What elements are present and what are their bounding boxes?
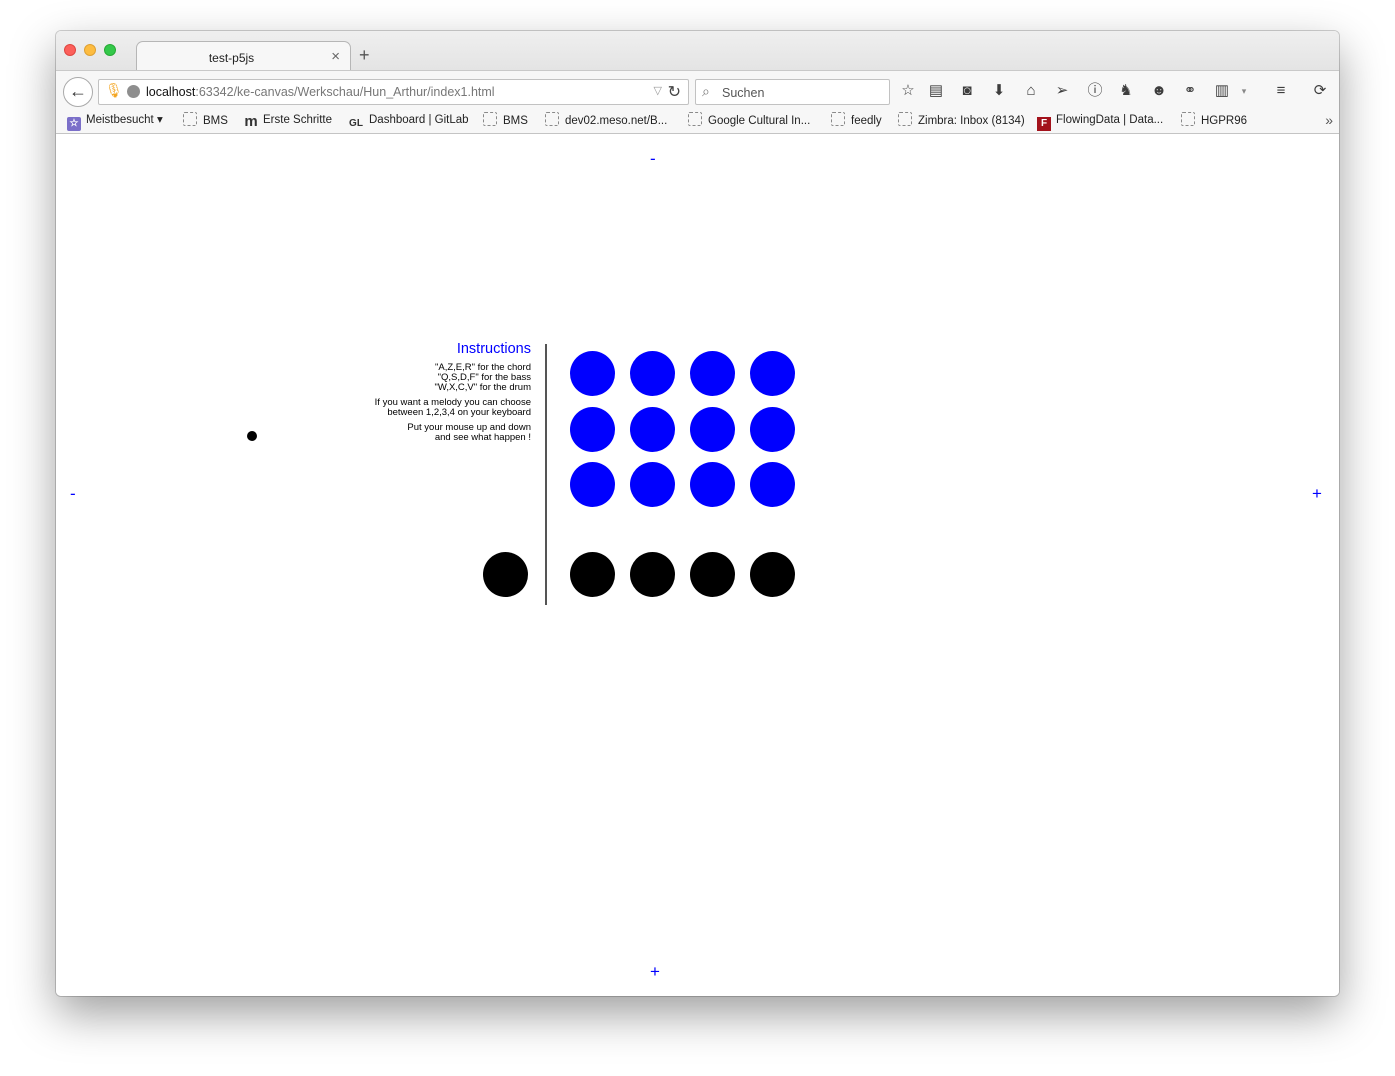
gitlab-icon: GL bbox=[349, 118, 363, 129]
chord-pad-2[interactable] bbox=[630, 351, 675, 396]
url-dropdown-icon[interactable]: ▽ bbox=[654, 84, 662, 97]
reload-icon[interactable]: ↻ bbox=[668, 82, 681, 102]
bookmark-item-hgpr96[interactable]: HGPR96 bbox=[1181, 112, 1247, 130]
chord-pad-3[interactable] bbox=[690, 351, 735, 396]
drum-pad-2[interactable] bbox=[630, 462, 675, 507]
bass-pad-4[interactable] bbox=[750, 407, 795, 452]
instructions-title: Instructions bbox=[456, 341, 531, 357]
bookmark-item-bms[interactable]: BMS bbox=[183, 112, 228, 130]
close-window-button[interactable] bbox=[64, 44, 76, 56]
bass-pad-1[interactable] bbox=[570, 407, 615, 452]
tab-title: test-p5js bbox=[208, 51, 255, 65]
bookmark-item-gitlab[interactable]: GL Dashboard | GitLab bbox=[348, 112, 468, 131]
bookmark-item-erste-schritte[interactable]: m Erste Schritte bbox=[244, 112, 332, 129]
send-icon[interactable]: ➢ bbox=[1052, 81, 1072, 101]
instruction-drum: "W,X,C,V" for the drum bbox=[434, 382, 532, 393]
page-canvas[interactable]: - + - + Instructions "A,Z,E,R" for the c… bbox=[56, 134, 1339, 996]
left-minus-control[interactable]: - bbox=[70, 485, 76, 502]
chord-pad-4[interactable] bbox=[750, 351, 795, 396]
navigation-bar: ← 🎙 localhost:63342/ke-canvas/Werkschau/… bbox=[56, 70, 1339, 110]
bookmarks-bar: ☆ Meistbesucht ▾ BMS m Erste Schritte GL Da… bbox=[56, 109, 1339, 134]
url-path: :63342/ke-canvas/Werkschau/Hun_Arthur/in… bbox=[195, 85, 495, 99]
folder-icon: ☆ bbox=[67, 117, 81, 131]
drum-pad-4[interactable] bbox=[750, 462, 795, 507]
url-host: localhost bbox=[146, 85, 196, 99]
flowingdata-icon: F bbox=[1037, 117, 1051, 131]
bookmark-icon bbox=[183, 112, 197, 126]
vertical-divider bbox=[545, 344, 547, 605]
bookmark-item-bms-2[interactable]: BMS bbox=[483, 112, 528, 130]
melody-indicator-circle[interactable] bbox=[483, 552, 528, 597]
reading-list-icon[interactable]: ▤ bbox=[926, 81, 946, 101]
bass-pad-2[interactable] bbox=[630, 407, 675, 452]
zoom-window-button[interactable] bbox=[104, 44, 116, 56]
bass-pad-3[interactable] bbox=[690, 407, 735, 452]
extension-icon[interactable]: ♞ bbox=[1116, 81, 1136, 101]
melody-circle-1[interactable] bbox=[570, 552, 615, 597]
url-text[interactable]: localhost:63342/ke-canvas/Werkschau/Hun_… bbox=[146, 85, 495, 99]
minimize-window-button[interactable] bbox=[84, 44, 96, 56]
bookmark-icon bbox=[483, 112, 497, 126]
more-bookmarks-icon[interactable]: » bbox=[1325, 112, 1333, 128]
browser-window: test-p5js × + ← 🎙 localhost:63342/ke-can… bbox=[56, 31, 1339, 996]
tab-test-p5js[interactable]: test-p5js × bbox=[136, 41, 351, 72]
menu-icon[interactable]: ≡ bbox=[1271, 81, 1291, 101]
bookmark-icon bbox=[545, 112, 559, 126]
melody-circle-3[interactable] bbox=[690, 552, 735, 597]
search-input[interactable] bbox=[720, 82, 884, 103]
globe-icon bbox=[127, 85, 140, 98]
clipboard-icon[interactable]: ▥ bbox=[1212, 81, 1232, 101]
bookmark-icon bbox=[898, 112, 912, 126]
bookmark-star-icon[interactable]: ☆ bbox=[898, 81, 918, 101]
melody-circle-2[interactable] bbox=[630, 552, 675, 597]
bookmark-item-google-cultural[interactable]: Google Cultural In... bbox=[688, 112, 810, 130]
url-bar[interactable]: 🎙 localhost:63342/ke-canvas/Werkschau/Hu… bbox=[98, 79, 689, 105]
cursor-dot bbox=[247, 431, 257, 441]
bookmark-item-feedly[interactable]: feedly bbox=[831, 112, 882, 130]
bookmark-icon bbox=[1181, 112, 1195, 126]
chat-icon[interactable]: ☻ bbox=[1149, 81, 1169, 101]
melody-circle-4[interactable] bbox=[750, 552, 795, 597]
bookmark-icon bbox=[688, 112, 702, 126]
drum-pad-1[interactable] bbox=[570, 462, 615, 507]
download-icon[interactable]: ⬇ bbox=[989, 81, 1009, 101]
bookmark-item-meistbesucht[interactable]: ☆ Meistbesucht ▾ bbox=[67, 112, 163, 131]
m-logo-icon: m bbox=[244, 113, 258, 130]
bookmark-item-zimbra[interactable]: Zimbra: Inbox (8134) bbox=[898, 112, 1025, 130]
addon-icon[interactable]: ⚭ bbox=[1180, 81, 1200, 101]
chord-pad-1[interactable] bbox=[570, 351, 615, 396]
home-icon[interactable]: ⌂ bbox=[1021, 81, 1041, 101]
password-manager-icon[interactable]: ⓘ bbox=[1085, 81, 1105, 101]
bookmark-item-flowingdata[interactable]: F FlowingData | Data... bbox=[1037, 112, 1163, 131]
instruction-mouse-2: and see what happen ! bbox=[434, 432, 531, 443]
bookmark-icon bbox=[831, 112, 845, 126]
sync-icon[interactable]: ⟳ bbox=[1310, 81, 1330, 101]
instruction-melody-2: between 1,2,3,4 on your keyboard bbox=[387, 407, 531, 418]
pocket-icon[interactable]: ◙ bbox=[957, 81, 977, 101]
top-minus-control[interactable]: - bbox=[650, 150, 656, 167]
search-icon: ⌕ bbox=[702, 83, 710, 99]
clipboard-dropdown-icon[interactable]: ▾ bbox=[1234, 81, 1254, 101]
drum-pad-3[interactable] bbox=[690, 462, 735, 507]
bookmark-item-dev02[interactable]: dev02.meso.net/B... bbox=[545, 112, 667, 130]
microphone-icon: 🎙 bbox=[105, 82, 123, 98]
bottom-plus-control[interactable]: + bbox=[650, 963, 660, 980]
right-plus-control[interactable]: + bbox=[1312, 485, 1322, 502]
back-button[interactable]: ← bbox=[63, 77, 93, 107]
search-bar[interactable]: ⌕ bbox=[695, 79, 890, 105]
new-tab-button[interactable]: + bbox=[359, 46, 370, 64]
tab-strip: test-p5js × + bbox=[56, 31, 1339, 72]
close-tab-icon[interactable]: × bbox=[331, 48, 340, 65]
